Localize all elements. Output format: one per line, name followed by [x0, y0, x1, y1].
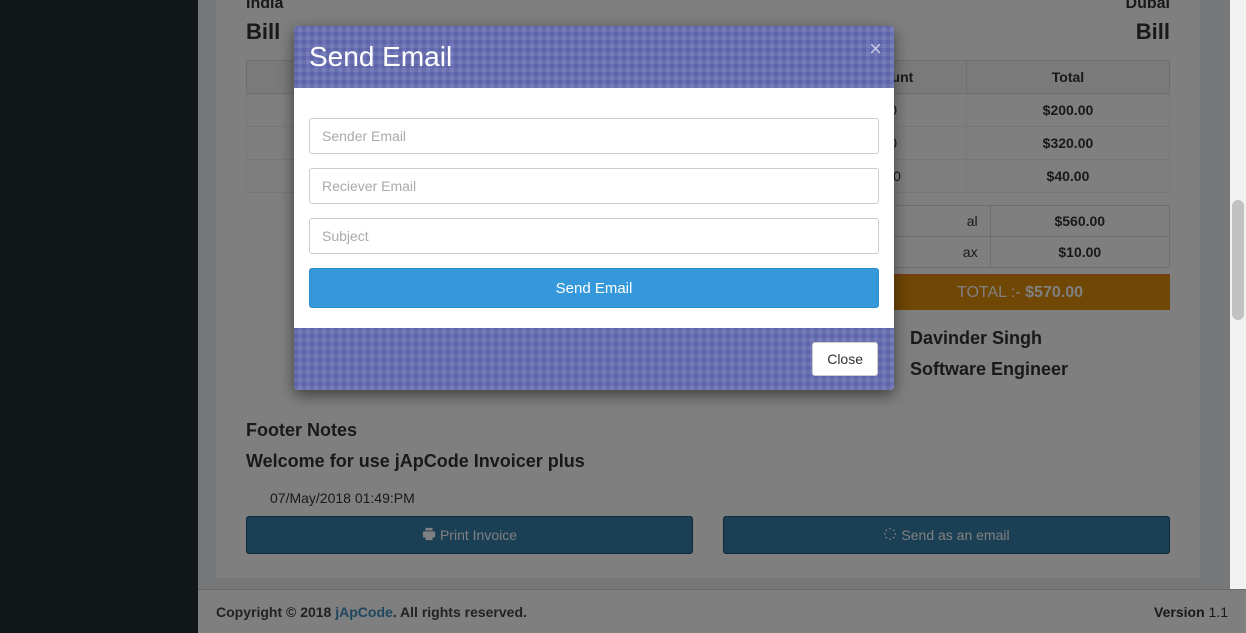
close-icon: ×	[869, 36, 882, 61]
modal-footer: Close	[294, 328, 894, 390]
modal-header: Send Email ×	[294, 26, 894, 88]
receiver-email-input[interactable]	[309, 168, 879, 204]
modal-close-button[interactable]: Close	[812, 342, 878, 376]
modal-body: Send Email	[294, 88, 894, 328]
scrollbar-thumb[interactable]	[1232, 200, 1244, 320]
scrollbar[interactable]	[1230, 0, 1246, 589]
send-email-submit-button[interactable]: Send Email	[309, 268, 879, 308]
modal-close-x[interactable]: ×	[869, 36, 882, 62]
subject-input[interactable]	[309, 218, 879, 254]
send-email-modal: Send Email × Send Email Close	[294, 26, 894, 390]
modal-title: Send Email	[309, 41, 879, 73]
sender-email-input[interactable]	[309, 118, 879, 154]
